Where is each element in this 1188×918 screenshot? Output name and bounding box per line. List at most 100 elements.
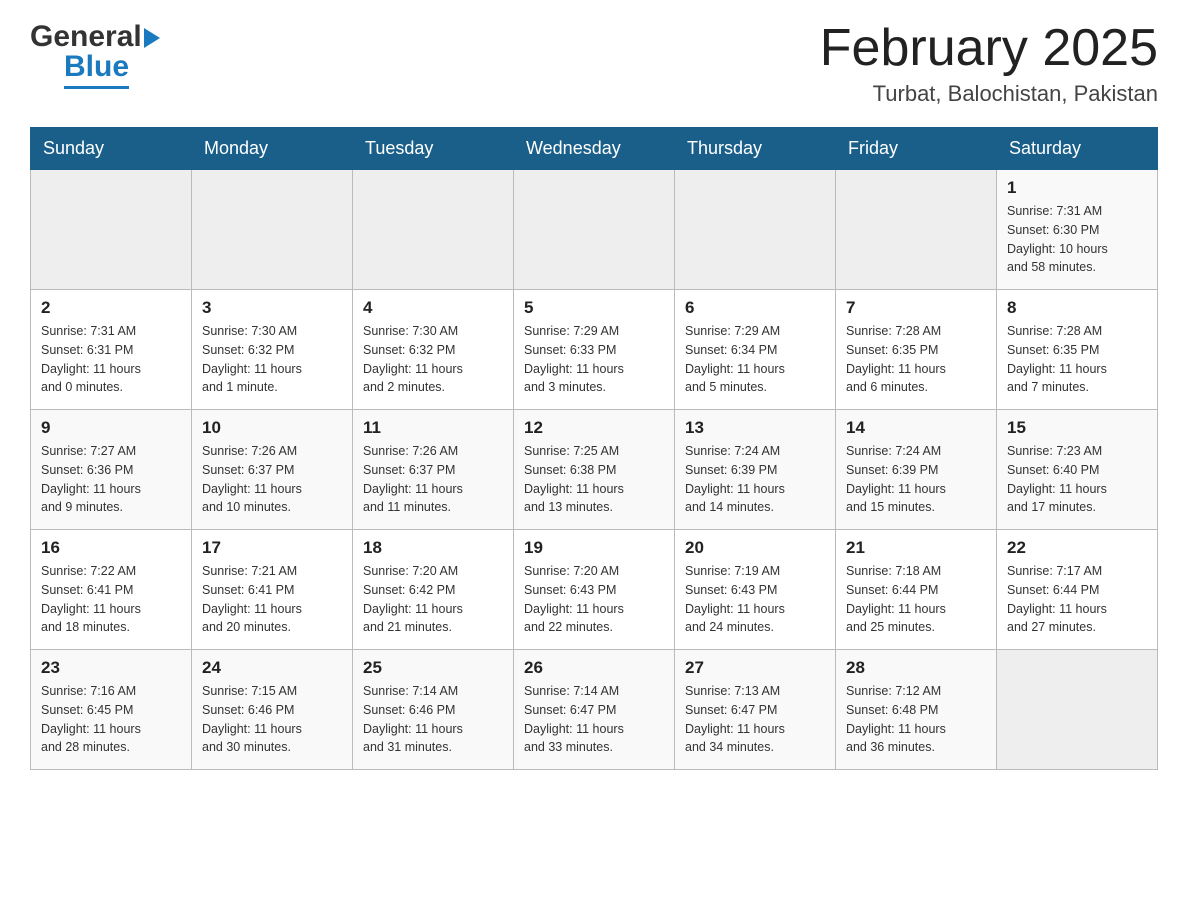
day-info: Sunrise: 7:24 AM Sunset: 6:39 PM Dayligh… [685,442,825,517]
day-info: Sunrise: 7:24 AM Sunset: 6:39 PM Dayligh… [846,442,986,517]
logo-arrow-icon [144,28,160,48]
calendar-cell: 26Sunrise: 7:14 AM Sunset: 6:47 PM Dayli… [514,650,675,770]
day-number: 6 [685,298,825,318]
day-number: 28 [846,658,986,678]
day-info: Sunrise: 7:26 AM Sunset: 6:37 PM Dayligh… [363,442,503,517]
calendar-week-row: 23 Sunrise: 7:16 AM Sunset: 6:45 PM Dayli… [31,650,1158,770]
day-info: Sunrise: 7:22 AM Sunset: 6:41 PM Dayligh… [41,562,181,637]
day-number: 24 [202,658,342,678]
calendar-cell: 1Sunrise: 7:31 AM Sunset: 6:30 PM Daylig… [997,170,1158,290]
header-monday: Monday [192,128,353,170]
header-wednesday: Wednesday [514,128,675,170]
header-sunday: Sunday [31,128,192,170]
day-number: 19 [524,538,664,558]
calendar-cell [997,650,1158,770]
day-info: Sunrise: 7:21 AM Sunset: 6:41 PM Dayligh… [202,562,342,637]
calendar-cell: 13 Sunrise: 7:24 AM Sunset: 6:39 PM Dayli… [675,410,836,530]
day-number: 20 [685,538,825,558]
calendar-week-row: 16 Sunrise: 7:22 AM Sunset: 6:41 PM Dayli… [31,530,1158,650]
day-info: Sunrise: 7:16 AM Sunset: 6:45 PM Dayligh… [41,682,181,757]
day-info: Sunrise: 7:13 AM Sunset: 6:47 PM Dayligh… [685,682,825,757]
calendar-cell: 27 Sunrise: 7:13 AM Sunset: 6:47 PM Dayli… [675,650,836,770]
calendar-cell: 8 Sunrise: 7:28 AM Sunset: 6:35 PM Daylig… [997,290,1158,410]
day-number: 23 [41,658,181,678]
month-title: February 2025 [820,20,1158,77]
day-number: 14 [846,418,986,438]
logo-general-text: General [30,20,142,54]
day-info: Sunrise: 7:15 AM Sunset: 6:46 PM Dayligh… [202,682,342,757]
calendar-cell [192,170,353,290]
day-number: 9 [41,418,181,438]
calendar-table: Sunday Monday Tuesday Wednesday Thursday… [30,127,1158,770]
day-number: 17 [202,538,342,558]
calendar-cell [675,170,836,290]
day-info: Sunrise: 7:30 AM Sunset: 6:32 PM Dayligh… [363,322,503,397]
logo-blue-text: Blue [64,50,129,89]
weekday-header-row: Sunday Monday Tuesday Wednesday Thursday… [31,128,1158,170]
calendar-cell: 11 Sunrise: 7:26 AM Sunset: 6:37 PM Dayli… [353,410,514,530]
calendar-cell: 15 Sunrise: 7:23 AM Sunset: 6:40 PM Dayli… [997,410,1158,530]
location-title: Turbat, Balochistan, Pakistan [820,81,1158,107]
day-number: 22 [1007,538,1147,558]
day-number: 18 [363,538,503,558]
day-info: Sunrise: 7:29 AM Sunset: 6:33 PM Dayligh… [524,322,664,397]
calendar-week-row: 2 Sunrise: 7:31 AM Sunset: 6:31 PM Daylig… [31,290,1158,410]
day-info: Sunrise: 7:18 AM Sunset: 6:44 PM Dayligh… [846,562,986,637]
day-number: 10 [202,418,342,438]
header-tuesday: Tuesday [353,128,514,170]
calendar-cell: 24 Sunrise: 7:15 AM Sunset: 6:46 PM Dayli… [192,650,353,770]
calendar-cell: 2 Sunrise: 7:31 AM Sunset: 6:31 PM Daylig… [31,290,192,410]
calendar-cell: 18 Sunrise: 7:20 AM Sunset: 6:42 PM Dayli… [353,530,514,650]
page-header: General Blue February 2025 Turbat, Baloc… [30,20,1158,107]
day-info: Sunrise: 7:30 AM Sunset: 6:32 PM Dayligh… [202,322,342,397]
header-friday: Friday [836,128,997,170]
day-info: Sunrise: 7:17 AM Sunset: 6:44 PM Dayligh… [1007,562,1147,637]
day-number: 8 [1007,298,1147,318]
calendar-cell: 10 Sunrise: 7:26 AM Sunset: 6:37 PM Dayli… [192,410,353,530]
calendar-cell: 6Sunrise: 7:29 AM Sunset: 6:34 PM Daylig… [675,290,836,410]
day-info: Sunrise: 7:14 AM Sunset: 6:46 PM Dayligh… [363,682,503,757]
day-info: Sunrise: 7:19 AM Sunset: 6:43 PM Dayligh… [685,562,825,637]
day-info: Sunrise: 7:27 AM Sunset: 6:36 PM Dayligh… [41,442,181,517]
calendar-cell: 20 Sunrise: 7:19 AM Sunset: 6:43 PM Dayli… [675,530,836,650]
calendar-cell: 17 Sunrise: 7:21 AM Sunset: 6:41 PM Dayli… [192,530,353,650]
calendar-cell: 5Sunrise: 7:29 AM Sunset: 6:33 PM Daylig… [514,290,675,410]
day-info: Sunrise: 7:26 AM Sunset: 6:37 PM Dayligh… [202,442,342,517]
day-info: Sunrise: 7:23 AM Sunset: 6:40 PM Dayligh… [1007,442,1147,517]
calendar-cell: 16 Sunrise: 7:22 AM Sunset: 6:41 PM Dayli… [31,530,192,650]
day-info: Sunrise: 7:20 AM Sunset: 6:42 PM Dayligh… [363,562,503,637]
day-info: Sunrise: 7:20 AM Sunset: 6:43 PM Dayligh… [524,562,664,637]
day-number: 1 [1007,178,1147,198]
calendar-cell [514,170,675,290]
calendar-cell [353,170,514,290]
day-info: Sunrise: 7:31 AM Sunset: 6:31 PM Dayligh… [41,322,181,397]
day-number: 27 [685,658,825,678]
day-number: 12 [524,418,664,438]
calendar-cell: 9 Sunrise: 7:27 AM Sunset: 6:36 PM Daylig… [31,410,192,530]
calendar-cell: 12Sunrise: 7:25 AM Sunset: 6:38 PM Dayli… [514,410,675,530]
day-number: 15 [1007,418,1147,438]
day-number: 11 [363,418,503,438]
calendar-cell [31,170,192,290]
header-saturday: Saturday [997,128,1158,170]
day-number: 16 [41,538,181,558]
calendar-week-row: 9 Sunrise: 7:27 AM Sunset: 6:36 PM Daylig… [31,410,1158,530]
day-number: 13 [685,418,825,438]
calendar-week-row: 1Sunrise: 7:31 AM Sunset: 6:30 PM Daylig… [31,170,1158,290]
calendar-cell: 3Sunrise: 7:30 AM Sunset: 6:32 PM Daylig… [192,290,353,410]
day-info: Sunrise: 7:28 AM Sunset: 6:35 PM Dayligh… [1007,322,1147,397]
day-number: 2 [41,298,181,318]
day-number: 21 [846,538,986,558]
calendar-cell: 4 Sunrise: 7:30 AM Sunset: 6:32 PM Daylig… [353,290,514,410]
day-info: Sunrise: 7:12 AM Sunset: 6:48 PM Dayligh… [846,682,986,757]
calendar-cell [836,170,997,290]
calendar-cell: 19 Sunrise: 7:20 AM Sunset: 6:43 PM Dayli… [514,530,675,650]
day-info: Sunrise: 7:28 AM Sunset: 6:35 PM Dayligh… [846,322,986,397]
day-number: 4 [363,298,503,318]
day-info: Sunrise: 7:14 AM Sunset: 6:47 PM Dayligh… [524,682,664,757]
logo: General Blue [30,20,160,89]
day-number: 25 [363,658,503,678]
calendar-cell: 14 Sunrise: 7:24 AM Sunset: 6:39 PM Dayli… [836,410,997,530]
day-number: 7 [846,298,986,318]
calendar-cell: 23 Sunrise: 7:16 AM Sunset: 6:45 PM Dayli… [31,650,192,770]
